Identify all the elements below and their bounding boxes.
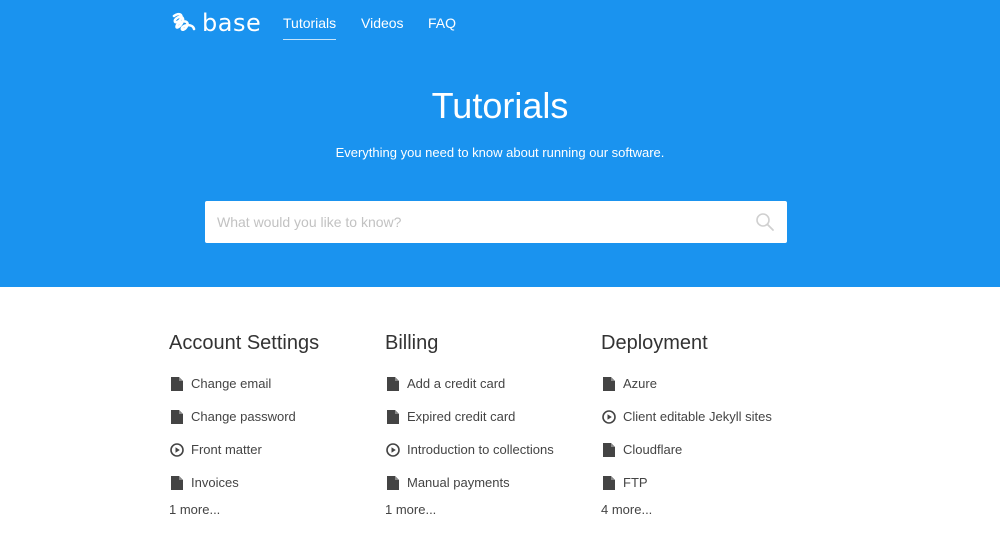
item-link[interactable]: Expired credit card	[407, 409, 515, 424]
nav-videos[interactable]: Videos	[361, 14, 404, 32]
document-icon	[385, 475, 400, 490]
item-link[interactable]: Front matter	[191, 442, 262, 457]
list-item[interactable]: Azure	[601, 367, 811, 400]
category-account-settings: Account Settings Change email Change pas…	[169, 331, 379, 519]
document-icon	[601, 475, 616, 490]
list-item[interactable]: Manual payments	[385, 466, 595, 499]
search-icon[interactable]	[755, 212, 775, 232]
document-icon	[169, 376, 184, 391]
item-link[interactable]: Azure	[623, 376, 657, 391]
category-list: Change email Change password Front matte…	[169, 367, 379, 499]
item-link[interactable]: Change email	[191, 376, 271, 391]
top-navigation: base Tutorials Videos FAQ	[0, 0, 1000, 45]
document-icon	[169, 475, 184, 490]
page-title: Tutorials	[431, 85, 569, 126]
document-icon	[169, 409, 184, 424]
item-link[interactable]: Change password	[191, 409, 296, 424]
more-link[interactable]: 1 more...	[385, 501, 595, 519]
category-title: Billing	[385, 332, 439, 354]
list-item[interactable]: FTP	[601, 466, 811, 499]
category-deployment: Deployment Azure Client editable Jekyll …	[601, 331, 811, 519]
list-item[interactable]: Add a credit card	[385, 367, 595, 400]
category-list: Azure Client editable Jekyll sites Cloud…	[601, 367, 811, 499]
nav-faq[interactable]: FAQ	[428, 14, 456, 32]
item-link[interactable]: Manual payments	[407, 475, 510, 490]
logo-link[interactable]: base	[171, 8, 261, 38]
search-input[interactable]	[205, 201, 745, 243]
document-icon	[385, 376, 400, 391]
item-link[interactable]: Cloudflare	[623, 442, 682, 457]
list-item[interactable]: Invoices	[169, 466, 379, 499]
document-icon	[385, 409, 400, 424]
categories-section: Account Settings Change email Change pas…	[0, 287, 1000, 533]
category-title: Account Settings	[169, 332, 320, 354]
item-link[interactable]: Client editable Jekyll sites	[623, 409, 772, 424]
list-item[interactable]: Front matter	[169, 433, 379, 466]
category-list: Add a credit card Expired credit card In…	[385, 367, 595, 499]
list-item[interactable]: Change email	[169, 367, 379, 400]
play-circle-icon	[385, 442, 400, 457]
more-link[interactable]: 4 more...	[601, 501, 811, 519]
list-item[interactable]: Expired credit card	[385, 400, 595, 433]
list-item[interactable]: Cloudflare	[601, 433, 811, 466]
list-item[interactable]: Change password	[169, 400, 379, 433]
item-link[interactable]: Add a credit card	[407, 376, 505, 391]
document-icon	[601, 376, 616, 391]
logo-text: base	[202, 9, 262, 37]
list-item[interactable]: Client editable Jekyll sites	[601, 400, 811, 433]
category-billing: Billing Add a credit card Expired credit…	[385, 331, 595, 519]
list-item[interactable]: Introduction to collections	[385, 433, 595, 466]
category-title: Deployment	[601, 332, 708, 354]
more-link[interactable]: 1 more...	[169, 501, 379, 519]
item-link[interactable]: Invoices	[191, 475, 239, 490]
page-subtitle: Everything you need to know about runnin…	[335, 145, 665, 160]
document-icon	[601, 442, 616, 457]
play-circle-icon	[601, 409, 616, 424]
base-logo-icon	[172, 12, 196, 32]
search-box	[205, 201, 787, 243]
nav-tutorials[interactable]: Tutorials	[283, 14, 337, 40]
item-link[interactable]: Introduction to collections	[407, 442, 554, 457]
item-link[interactable]: FTP	[623, 475, 648, 490]
play-circle-icon	[169, 442, 184, 457]
hero-section: base Tutorials Videos FAQ Tutorials Ever…	[0, 0, 1000, 287]
